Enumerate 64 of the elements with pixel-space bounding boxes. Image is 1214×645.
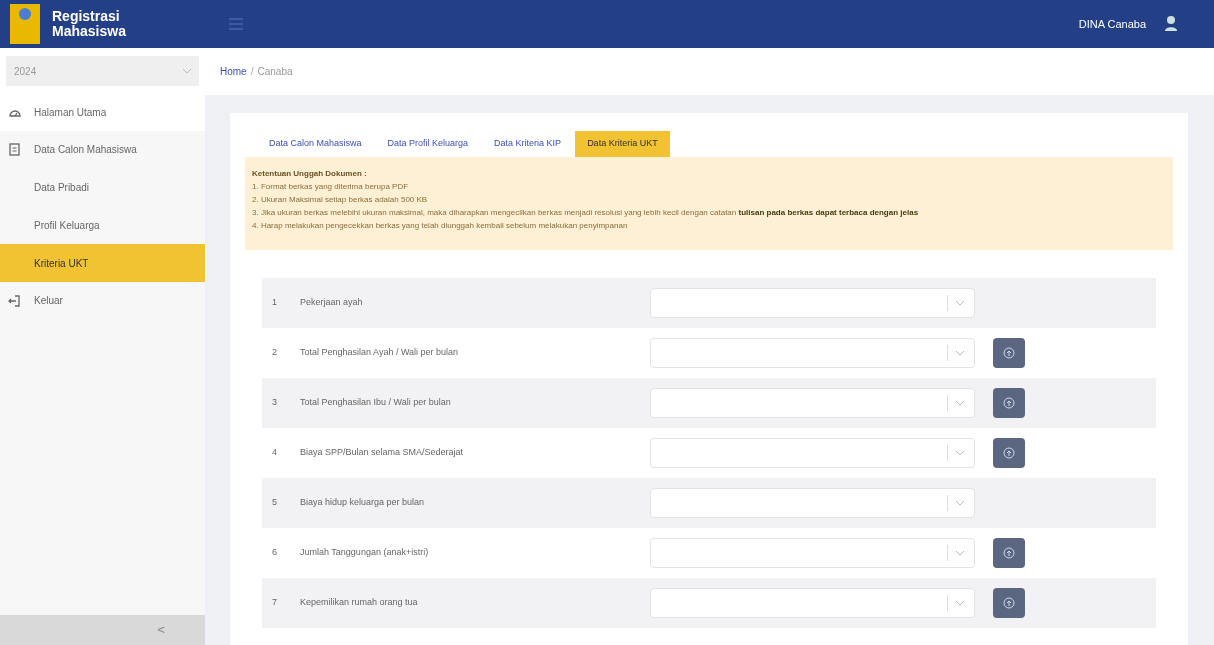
row-number: 2: [271, 346, 278, 360]
notice-line: 1. Format berkas yang diterima berupa PDF: [252, 181, 410, 193]
row-number: 7: [271, 596, 278, 610]
caret-icon: [956, 600, 964, 606]
caret-icon: [956, 350, 964, 356]
caret-icon: [956, 550, 964, 556]
tab[interactable]: Data Kriteria UKT: [575, 131, 670, 157]
breadcrumb-link[interactable]: Home: [220, 64, 247, 79]
upload-icon: [1003, 547, 1015, 559]
document-icon: [8, 142, 22, 157]
row-number: 3: [271, 396, 278, 410]
caret-icon: [183, 68, 191, 74]
notice-line: 3. Jika ukuran berkas melebihi ukuran maksimal, maka diharapkan mengecilkan berkas menjadi resolusi yang lebih kecil dengan catatan tulisan pada berkas dapat terbaca dengan jelas: [252, 207, 920, 219]
notice-line: 2. Ukuran Maksimal setiap berkas adalah 500 KB: [252, 194, 429, 206]
logo-icon: [10, 4, 40, 44]
notice-title: Ketentuan Unggah Dokumen :: [252, 168, 368, 180]
caret-icon: [956, 400, 964, 406]
menu-icon[interactable]: [229, 18, 243, 30]
select-field[interactable]: [650, 288, 975, 318]
upload-icon: [1003, 347, 1015, 359]
select-field[interactable]: [650, 538, 975, 568]
caret-icon: [956, 300, 964, 306]
tab[interactable]: Data Profil Keluarga: [375, 131, 481, 157]
row-label: Pekerjaan ayah: [299, 296, 364, 310]
logout-icon: [8, 293, 22, 308]
upload-button[interactable]: [993, 538, 1025, 568]
breadcrumb-separator: /: [250, 65, 254, 79]
select-field[interactable]: [650, 388, 975, 418]
select-field[interactable]: [650, 438, 975, 468]
sidebar-item[interactable]: Halaman Utama: [0, 94, 205, 131]
upload-button[interactable]: [993, 388, 1025, 418]
row-number: 1: [271, 296, 278, 310]
row-number: 5: [271, 496, 278, 510]
sidebar-item[interactable]: Keluar: [0, 282, 205, 319]
upload-button[interactable]: [993, 588, 1025, 618]
row-label: Jumlah Tanggungan (anak+istri): [299, 546, 430, 560]
user-icon[interactable]: [1164, 15, 1178, 33]
upload-icon: [1003, 597, 1015, 609]
select-field[interactable]: [650, 588, 975, 618]
row-label: Biaya SPP/Bulan selama SMA/Sederajat: [299, 446, 465, 460]
select-field[interactable]: [650, 338, 975, 368]
tab[interactable]: Data Calon Mahasiswa: [257, 131, 374, 157]
caret-icon: [956, 500, 964, 506]
caret-icon: [956, 450, 964, 456]
row-label: Total Penghasilan Ayah / Wali per bulan: [299, 346, 460, 360]
user-name[interactable]: DINA Canaba: [1078, 15, 1146, 33]
row-number: 6: [271, 546, 278, 560]
sidebar-item[interactable]: Data Calon Mahasiswa: [0, 131, 205, 168]
upload-button[interactable]: [993, 338, 1025, 368]
breadcrumb-current: Canaba: [257, 65, 293, 79]
row-number: 4: [271, 446, 278, 460]
upload-button[interactable]: [993, 438, 1025, 468]
row-label: Biaya hidup keluarga per bulan: [299, 496, 426, 510]
sidebar-subitem[interactable]: Kriteria UKT: [0, 244, 205, 282]
tab[interactable]: Data Kriteria KIP: [482, 131, 574, 157]
upload-icon: [1003, 447, 1015, 459]
notice-line: 4. Harap melakukan pengecekkan berkas yang telah diunggah kembali sebelum melakukan penyimpanan: [252, 220, 629, 232]
sidebar-subitem[interactable]: Data Pribadi: [0, 168, 205, 206]
upload-icon: [1003, 397, 1015, 409]
app-title: Registrasi Mahasiswa: [52, 9, 127, 39]
row-label: Total Penghasilan Ibu / Wali per bulan: [299, 396, 452, 410]
row-label: Kepemilikan rumah orang tua: [299, 596, 419, 610]
select-field[interactable]: [650, 488, 975, 518]
sidebar-subitem[interactable]: Profil Keluarga: [0, 206, 205, 244]
